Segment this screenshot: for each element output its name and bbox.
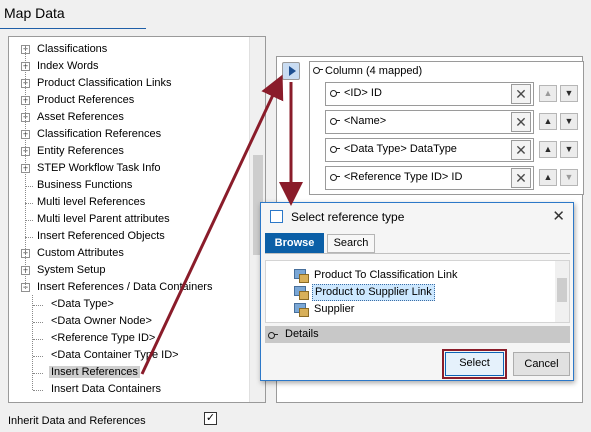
tab-divider — [265, 253, 570, 254]
tree-item[interactable]: + Product References — [21, 92, 134, 109]
tab-browse[interactable]: Browse — [265, 233, 324, 253]
move-up-icon[interactable]: ▲ — [539, 85, 557, 102]
tree-item-label: <Data Container Type ID> — [51, 349, 179, 361]
select-button[interactable]: Select — [445, 352, 504, 376]
select-reference-type-dialog: Select reference type ✕ Browse Search Pr… — [260, 202, 574, 381]
mapped-column-label: <Name> — [344, 115, 387, 127]
mapped-column-label: <ID> ID — [344, 87, 382, 99]
tree-item-label: Entity References — [37, 145, 124, 157]
move-down-icon[interactable]: ▼ — [560, 85, 578, 102]
tree-item-label: Custom Attributes — [37, 247, 124, 259]
mapped-column-row[interactable]: <Data Type> DataType — [325, 138, 534, 162]
tree-item-label: Index Words — [37, 60, 99, 72]
tree-item[interactable]: + STEP Workflow Task Info — [21, 160, 161, 177]
remove-mapping-button[interactable]: ✕ — [511, 112, 531, 132]
tree-item[interactable]: + Entity References — [21, 143, 124, 160]
mapped-column-row[interactable]: <Reference Type ID> ID — [325, 166, 534, 190]
reference-type-item[interactable]: Supplier — [312, 301, 356, 318]
tree-child-item[interactable]: <Data Container Type ID> — [33, 347, 179, 364]
tree-item-label: Product Classification Links — [37, 77, 172, 89]
dialog-window-icon — [270, 210, 283, 223]
tree-item[interactable]: + Asset References — [21, 109, 124, 126]
tree-item[interactable]: Business Functions — [21, 177, 132, 194]
tree-child-item[interactable]: Insert Data Containers — [33, 381, 161, 398]
move-down-icon[interactable]: ▼ — [560, 169, 578, 186]
details-label: Details — [285, 328, 319, 340]
tree-item-label: Insert Data Containers — [51, 383, 162, 395]
tree-item[interactable]: Insert Referenced Objects — [21, 228, 165, 245]
reference-type-icon — [294, 286, 309, 300]
tree-item-label: <Reference Type ID> — [51, 332, 156, 344]
tree-item-label: <Data Type> — [51, 298, 114, 310]
tree-child-connector-line — [32, 295, 33, 390]
reference-type-icon — [294, 303, 309, 317]
tree-item-label: Product References — [37, 94, 135, 106]
tree-item[interactable]: Multi level References — [21, 194, 145, 211]
tree-item-label: Insert References / Data Containers — [37, 281, 213, 293]
pin-icon — [330, 117, 340, 125]
tree-item[interactable]: + Classification References — [21, 126, 161, 143]
details-section[interactable]: Details — [265, 326, 570, 343]
select-button-highlight: Select — [442, 349, 507, 379]
pin-icon — [330, 173, 340, 181]
tree-item-label: Multi level References — [37, 196, 146, 208]
mapped-column-row[interactable]: <ID> ID — [325, 82, 534, 106]
reference-type-icon — [294, 269, 309, 283]
tree-item[interactable]: + Custom Attributes — [21, 245, 124, 262]
data-tree[interactable]: + Classifications + Index Words + Product Cla… — [8, 36, 266, 403]
remove-mapping-button[interactable]: ✕ — [511, 140, 531, 160]
move-down-icon[interactable]: ▼ — [560, 113, 578, 130]
tree-child-item[interactable]: <Reference Type ID> — [33, 330, 155, 347]
reference-type-item[interactable]: Product To Classification Link — [312, 267, 459, 284]
mapped-column-label: <Data Type> DataType — [344, 143, 457, 155]
tree-item[interactable]: − Insert References / Data Containers — [21, 279, 212, 296]
dialog-title: Select reference type — [291, 210, 405, 224]
tree-item[interactable]: Multi level Parent attributes — [21, 211, 170, 228]
tree-item[interactable]: + Classifications — [21, 41, 107, 58]
column-group: Column (4 mapped) <ID> ID ✕ ▲ ▼ <Name> ✕ ▲ ▼ <Da… — [309, 61, 584, 195]
move-down-icon[interactable]: ▼ — [560, 141, 578, 158]
tree-item-label: Classification References — [37, 128, 162, 140]
expand-column-button[interactable] — [282, 62, 300, 80]
tree-child-item[interactable]: <Data Type> — [33, 296, 114, 313]
move-up-icon[interactable]: ▲ — [539, 141, 557, 158]
tree-item[interactable]: + Product Classification Links — [21, 75, 172, 92]
close-icon[interactable]: ✕ — [552, 207, 565, 225]
tree-item-label: System Setup — [37, 264, 106, 276]
tree-item[interactable]: + System Setup — [21, 262, 105, 279]
tree-item-label: Business Functions — [37, 179, 133, 191]
title-underline — [0, 28, 146, 29]
pin-icon — [330, 89, 340, 97]
reference-type-list[interactable]: Product To Classification Link Product to… — [265, 260, 570, 323]
move-up-icon[interactable]: ▲ — [539, 113, 557, 130]
tree-child-item[interactable]: <Data Owner Node> — [33, 313, 152, 330]
remove-mapping-button[interactable]: ✕ — [511, 168, 531, 188]
inherit-data-label: Inherit Data and References — [8, 415, 146, 427]
tree-item[interactable]: + Index Words — [21, 58, 99, 75]
tree-item-label: Insert Referenced Objects — [37, 230, 165, 242]
cancel-button[interactable]: Cancel — [513, 352, 570, 376]
mapped-column-label: <Reference Type ID> ID — [344, 171, 463, 183]
tree-item-label: Classifications — [37, 43, 108, 55]
list-scroll-thumb[interactable] — [557, 278, 567, 302]
tree-item-label: <Data Owner Node> — [51, 315, 152, 327]
remove-mapping-button[interactable]: ✕ — [511, 84, 531, 104]
tree-item-label: STEP Workflow Task Info — [37, 162, 161, 174]
tab-search[interactable]: Search — [327, 234, 375, 253]
column-header: Column (4 mapped) — [325, 65, 423, 77]
mapped-column-row[interactable]: <Name> — [325, 110, 534, 134]
pin-icon — [330, 145, 340, 153]
move-up-icon[interactable]: ▲ — [539, 169, 557, 186]
reference-type-item[interactable]: Product to Supplier Link — [312, 284, 435, 301]
inherit-data-checkbox[interactable]: ✓ — [204, 412, 217, 425]
tree-child-item[interactable]: Insert References — [33, 364, 140, 381]
tree-item-label: Insert References — [49, 366, 140, 378]
list-scrollbar[interactable] — [555, 261, 569, 322]
tree-item-label: Asset References — [37, 111, 124, 123]
page-title: Map Data — [4, 5, 65, 21]
tree-connector-line — [25, 45, 26, 289]
tree-item-label: Multi level Parent attributes — [37, 213, 170, 225]
details-pin-icon — [268, 331, 278, 339]
